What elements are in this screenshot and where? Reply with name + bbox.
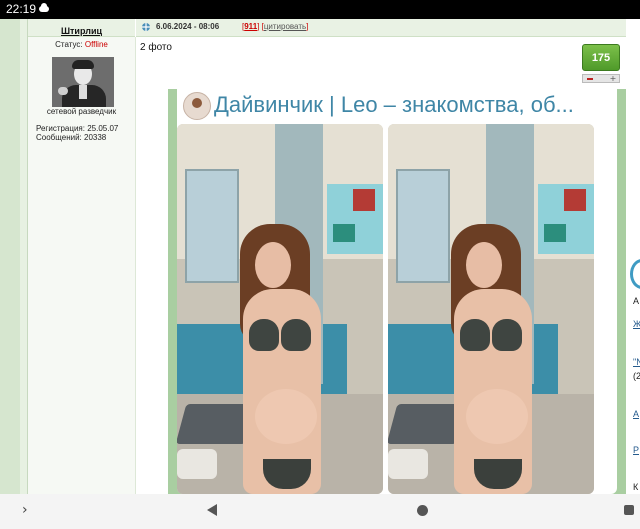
post-date: 6.06.2024 - 08:06 [156, 22, 220, 31]
peek-text-3: К [633, 482, 639, 492]
peek-link-2[interactable]: "N [633, 357, 640, 367]
author-username[interactable]: Штирлиц [61, 26, 102, 36]
post-text: 2 фото [140, 42, 172, 53]
right-peek-column: А Ж "N (2 А Р К [630, 19, 640, 494]
back-triangle-icon[interactable] [207, 504, 217, 516]
avatar-hair [72, 60, 94, 69]
post-link-icon[interactable] [141, 22, 151, 32]
post-actions: [911] [цитировать] [242, 22, 308, 31]
status-label: Статус: [55, 40, 83, 49]
avatar-shirt [79, 85, 87, 99]
avatar[interactable] [52, 57, 114, 107]
post-author-header: Штирлиц [28, 19, 135, 37]
author-info: Статус: Offline сетевой разведчик Регист… [28, 37, 136, 494]
post-image[interactable]: Дайвинчик | Leo – знакомства, об... [168, 89, 626, 494]
message-count: Сообщений: 20338 [36, 133, 107, 142]
channel-avatar [183, 92, 211, 120]
peek-text-1: А [633, 296, 640, 306]
photo-left [177, 124, 383, 494]
reply-count-link[interactable]: 911 [244, 22, 257, 31]
screenshot-card: Дайвинчик | Leo – знакомства, об... [177, 89, 617, 494]
registration-date: Регистрация: 25.05.07 [36, 124, 119, 133]
author-rank: сетевой разведчик [46, 107, 117, 116]
vote-down-button[interactable] [587, 78, 593, 80]
peek-link-3[interactable]: А [633, 409, 639, 419]
photo-right [388, 124, 594, 494]
status-time: 22:19 [6, 2, 37, 16]
vote-up-button[interactable]: + [607, 75, 619, 83]
status-value: Offline [84, 40, 108, 49]
peek-link-1[interactable]: Ж [633, 319, 640, 329]
post-header: 6.06.2024 - 08:06 [911] [цитировать] [136, 19, 626, 37]
forum-post: Штирлиц 6.06.2024 - 08:06 [911] [цитиров… [27, 19, 627, 494]
bracket-close: ] [306, 22, 309, 31]
left-gutter [0, 19, 20, 494]
recents-square-icon[interactable] [624, 505, 634, 515]
quote-link[interactable]: цитировать [264, 22, 306, 31]
forum-page: Штирлиц 6.06.2024 - 08:06 [911] [цитиров… [0, 19, 640, 494]
post-rating: 175 + [582, 44, 620, 85]
avatar-hand [58, 87, 68, 95]
peek-link-4[interactable]: Р [633, 445, 639, 455]
home-circle-icon[interactable] [417, 505, 428, 516]
author-status: Статус: Offline [28, 40, 135, 49]
forward-chevron-icon[interactable]: › [22, 502, 28, 518]
peek-logo-icon [630, 259, 640, 289]
post-body: 2 фото 175 + Дайвинчик | Leo – знакомств… [136, 37, 626, 494]
channel-title: Дайвинчик | Leo – знакомства, об... [214, 92, 574, 117]
bracket-mid: ] [ [257, 22, 264, 31]
rating-buttons: + [582, 74, 620, 83]
status-bar: 22:19 [0, 0, 640, 19]
peek-text-2: (2 [633, 371, 640, 381]
rating-score: 175 [582, 44, 620, 71]
cloud-icon [39, 3, 49, 12]
android-nav-bar: › [0, 494, 640, 529]
